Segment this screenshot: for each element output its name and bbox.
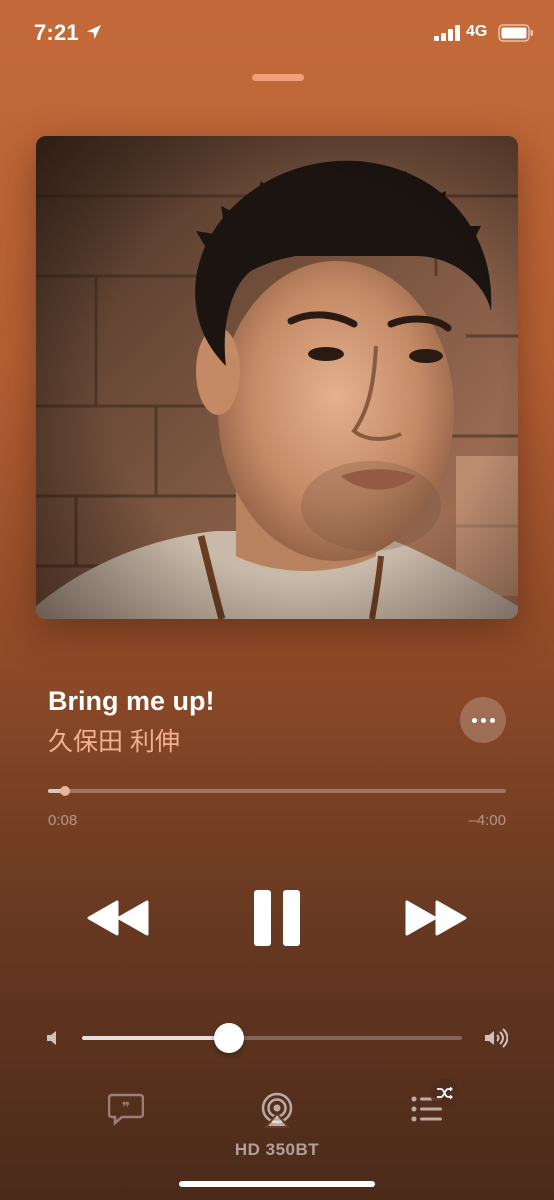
- rewind-icon[interactable]: [86, 898, 150, 938]
- volume-low-icon: [47, 1031, 56, 1045]
- location-arrow-icon: [87, 25, 101, 39]
- album-artwork: [36, 136, 518, 619]
- progress-knob[interactable]: [60, 786, 70, 796]
- ellipsis-icon: [471, 717, 477, 723]
- more-options-button[interactable]: [460, 697, 506, 743]
- network-type: 4G: [466, 23, 488, 40]
- svg-text:❞: ❞: [122, 1100, 130, 1116]
- volume-knob[interactable]: [214, 1023, 244, 1053]
- track-title: Bring me up!: [48, 686, 215, 716]
- shuffle-badge: [430, 1078, 460, 1108]
- shuffle-icon: [437, 1086, 453, 1100]
- progress-scrubber[interactable]: [48, 789, 506, 793]
- fast-forward-icon[interactable]: [404, 898, 468, 938]
- cellular-signal-icon: [434, 25, 460, 41]
- elapsed-time: 0:08: [48, 812, 78, 829]
- remaining-time: –4:00: [468, 812, 506, 829]
- pause-icon[interactable]: [252, 888, 302, 948]
- sheet-grabber[interactable]: [252, 74, 304, 81]
- airplay-device-label[interactable]: HD 350BT: [0, 1140, 554, 1160]
- status-time: 7:21: [34, 20, 79, 45]
- battery-icon: [498, 24, 533, 42]
- lyrics-icon[interactable]: ❞: [108, 1092, 144, 1126]
- volume-fill: [82, 1036, 230, 1040]
- airplay-icon[interactable]: [258, 1092, 296, 1128]
- volume-high-icon: [485, 1028, 508, 1048]
- status-bar: 7:21 4G: [0, 0, 554, 64]
- track-artist[interactable]: 久保田 利伸: [48, 722, 180, 758]
- home-indicator[interactable]: [179, 1181, 375, 1187]
